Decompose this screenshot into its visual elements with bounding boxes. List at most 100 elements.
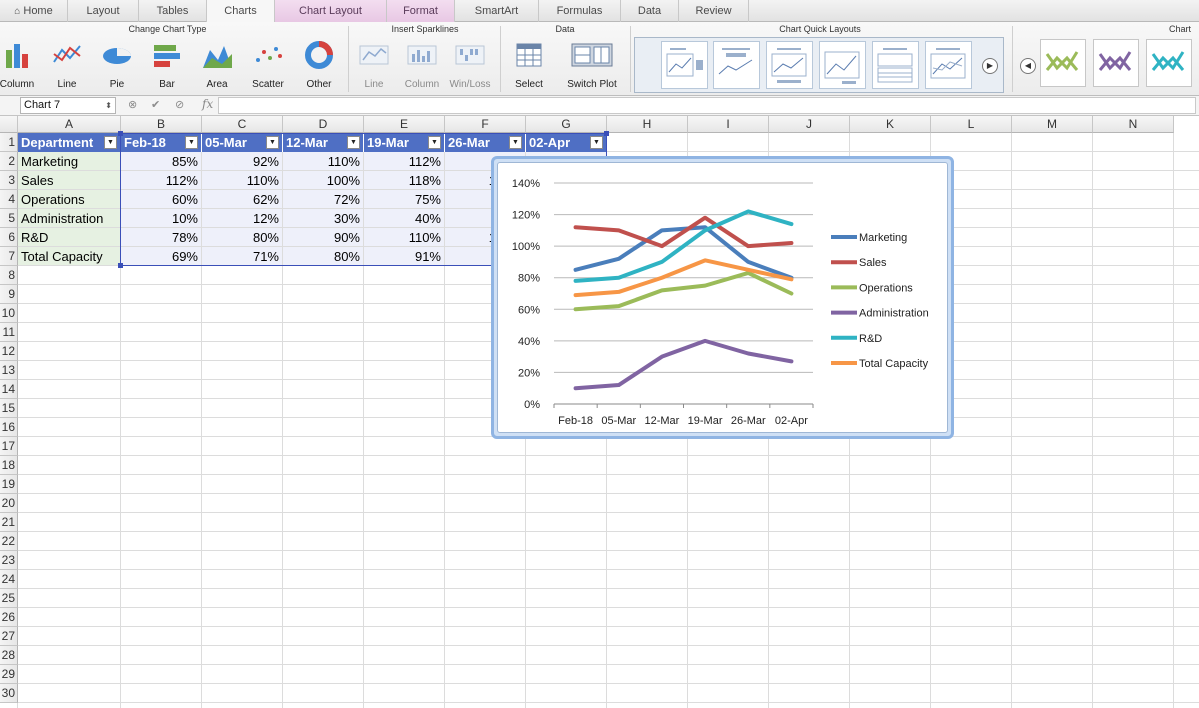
row-header-30[interactable]: 30 xyxy=(0,684,18,703)
row-header-17[interactable]: 17 xyxy=(0,437,18,456)
name-box[interactable]: Chart 7⬍ xyxy=(20,97,116,114)
row-header-15[interactable]: 15 xyxy=(0,399,18,418)
row-header-22[interactable]: 22 xyxy=(0,532,18,551)
department-cell[interactable]: Marketing xyxy=(18,152,120,170)
capacity-cell[interactable]: 60% xyxy=(121,190,201,208)
scatter-chart-button[interactable]: Scatter xyxy=(243,38,293,94)
line-chart-button[interactable]: Line xyxy=(42,38,92,94)
capacity-cell[interactable]: 30% xyxy=(283,209,363,227)
row-header-12[interactable]: 12 xyxy=(0,342,18,361)
filter-dropdown-icon[interactable]: ▼ xyxy=(266,136,279,149)
row-header-20[interactable]: 20 xyxy=(0,494,18,513)
capacity-cell[interactable]: 110% xyxy=(202,171,282,189)
filter-dropdown-icon[interactable]: ▼ xyxy=(590,136,603,149)
table-header-cell[interactable]: 12-Mar▼ xyxy=(283,133,364,152)
stepper-icon[interactable]: ⬍ xyxy=(105,98,112,113)
quick-layout-3[interactable] xyxy=(766,41,813,89)
department-cell[interactable]: Total Capacity xyxy=(18,247,120,265)
capacity-cell[interactable]: 40% xyxy=(364,209,444,227)
row-header-4[interactable]: 4 xyxy=(0,190,18,209)
chart-styles-prev-button[interactable]: ◀ xyxy=(1020,58,1036,74)
column-header-H[interactable]: H xyxy=(607,116,688,133)
column-header-G[interactable]: G xyxy=(526,116,607,133)
bar-chart-button[interactable]: Bar xyxy=(142,38,192,94)
column-header-C[interactable]: C xyxy=(202,116,283,133)
quick-layout-6[interactable] xyxy=(925,41,972,89)
capacity-cell[interactable]: 10% xyxy=(121,209,201,227)
pie-chart-button[interactable]: Pie xyxy=(92,38,142,94)
table-header-cell[interactable]: 05-Mar▼ xyxy=(202,133,283,152)
chart-style-2[interactable] xyxy=(1093,39,1139,87)
switch-plot-button[interactable]: Switch Plot xyxy=(562,38,622,94)
tab-chart-layout[interactable]: Chart Layout xyxy=(275,0,387,22)
capacity-cell[interactable]: 80% xyxy=(283,247,363,265)
row-header-23[interactable]: 23 xyxy=(0,551,18,570)
column-header-L[interactable]: L xyxy=(931,116,1012,133)
tab-data[interactable]: Data xyxy=(621,0,679,22)
row-header-6[interactable]: 6 xyxy=(0,228,18,247)
capacity-cell[interactable]: 110% xyxy=(283,152,363,170)
table-header-cell[interactable]: 26-Mar▼ xyxy=(445,133,526,152)
row-header-14[interactable]: 14 xyxy=(0,380,18,399)
row-header-16[interactable]: 16 xyxy=(0,418,18,437)
row-header-5[interactable]: 5 xyxy=(0,209,18,228)
capacity-cell[interactable]: 118% xyxy=(364,171,444,189)
chart-area[interactable]: 0%20%40%60%80%100%120%140%Feb-1805-Mar12… xyxy=(497,162,948,433)
capacity-cell[interactable]: 62% xyxy=(202,190,282,208)
filter-dropdown-icon[interactable]: ▼ xyxy=(347,136,360,149)
quick-layout-1[interactable] xyxy=(661,41,708,89)
other-chart-button[interactable]: Other xyxy=(294,38,344,94)
department-cell[interactable]: R&D xyxy=(18,228,120,246)
select-data-button[interactable]: Select xyxy=(504,38,554,94)
row-header-3[interactable]: 3 xyxy=(0,171,18,190)
row-header-10[interactable]: 10 xyxy=(0,304,18,323)
table-header-cell[interactable]: 02-Apr▼ xyxy=(526,133,607,152)
department-cell[interactable]: Operations xyxy=(18,190,120,208)
tab-formulas[interactable]: Formulas xyxy=(539,0,621,22)
row-header-13[interactable]: 13 xyxy=(0,361,18,380)
row-header-27[interactable]: 27 xyxy=(0,627,18,646)
tab-tables[interactable]: Tables xyxy=(139,0,207,22)
range-resize-handle[interactable] xyxy=(118,263,123,268)
quick-layout-2[interactable] xyxy=(713,41,760,89)
row-header-7[interactable]: 7 xyxy=(0,247,18,266)
capacity-cell[interactable]: 92% xyxy=(202,152,282,170)
capacity-cell[interactable]: 110% xyxy=(364,228,444,246)
tab-home[interactable]: ⌂ Home xyxy=(0,0,68,22)
tab-layout[interactable]: Layout xyxy=(68,0,139,22)
capacity-cell[interactable]: 80% xyxy=(202,228,282,246)
table-header-cell[interactable]: Feb-18▼ xyxy=(121,133,202,152)
tab-smartart[interactable]: SmartArt xyxy=(455,0,539,22)
row-header-18[interactable]: 18 xyxy=(0,456,18,475)
capacity-cell[interactable]: 91% xyxy=(364,247,444,265)
department-cell[interactable]: Sales xyxy=(18,171,120,189)
row-header-28[interactable]: 28 xyxy=(0,646,18,665)
select-all-corner[interactable] xyxy=(0,116,18,133)
capacity-cell[interactable]: 69% xyxy=(121,247,201,265)
row-header-9[interactable]: 9 xyxy=(0,285,18,304)
row-header-8[interactable]: 8 xyxy=(0,266,18,285)
range-resize-handle[interactable] xyxy=(604,131,609,136)
row-header-19[interactable]: 19 xyxy=(0,475,18,494)
row-header-24[interactable]: 24 xyxy=(0,570,18,589)
column-chart-button[interactable]: Column xyxy=(0,38,42,94)
quick-layouts-next-button[interactable]: ▶ xyxy=(982,58,998,74)
sparkline-column-button[interactable]: Column xyxy=(397,38,447,94)
filter-dropdown-icon[interactable]: ▼ xyxy=(185,136,198,149)
row-header-1[interactable]: 1 xyxy=(0,133,18,152)
column-header-B[interactable]: B xyxy=(121,116,202,133)
department-cell[interactable]: Administration xyxy=(18,209,120,227)
table-header-cell[interactable]: 19-Mar▼ xyxy=(364,133,445,152)
insert-function-icon[interactable]: ⊘ xyxy=(175,98,184,111)
column-header-F[interactable]: F xyxy=(445,116,526,133)
column-header-J[interactable]: J xyxy=(769,116,850,133)
row-header-29[interactable]: 29 xyxy=(0,665,18,684)
area-chart-button[interactable]: Area xyxy=(192,38,242,94)
capacity-cell[interactable]: 100% xyxy=(283,171,363,189)
capacity-cell[interactable]: 112% xyxy=(364,152,444,170)
tab-charts[interactable]: Charts xyxy=(207,0,275,23)
column-header-N[interactable]: N xyxy=(1093,116,1174,133)
cancel-icon[interactable]: ⊗ xyxy=(128,98,137,111)
chart-style-1[interactable] xyxy=(1040,39,1086,87)
capacity-cell[interactable]: 72% xyxy=(283,190,363,208)
